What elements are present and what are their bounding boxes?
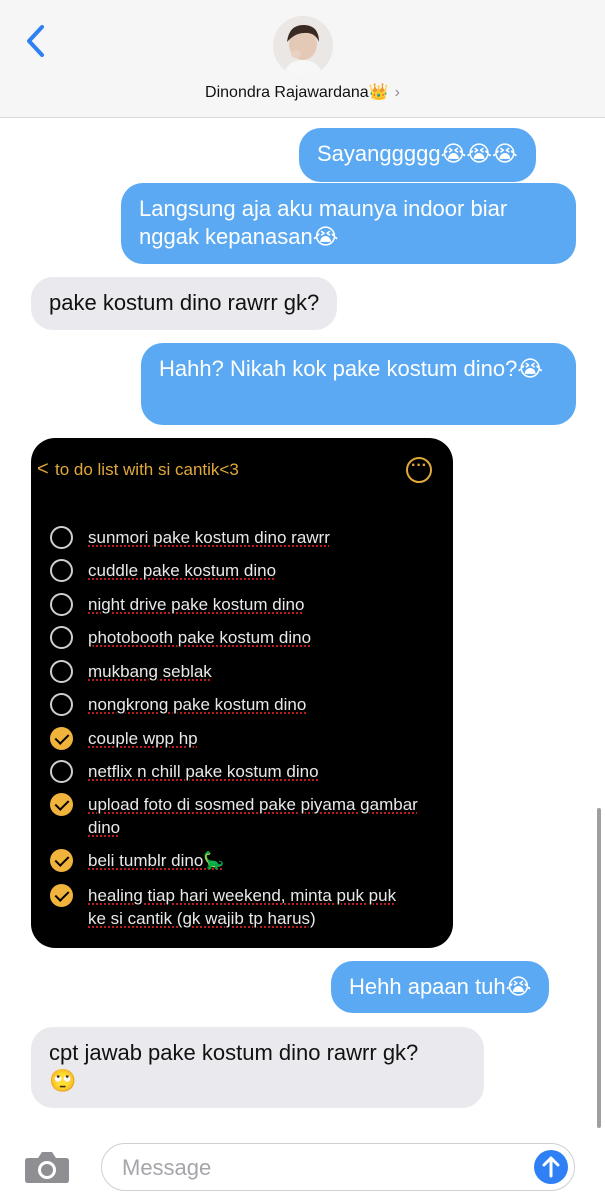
todo-item-text: couple wpp hp [88,729,198,748]
todo-item-text: upload foto di sosmed pake piyama gambar… [88,795,418,837]
todo-item-text: netflix n chill pake kostum dino [88,762,319,781]
crying-emoji: 😭 [505,975,532,1000]
message-text: Hehh apaan tuh [349,974,506,999]
back-chevron-icon[interactable] [22,24,50,58]
todo-item: netflix n chill pake kostum dino [50,760,418,783]
todo-item-text: photobooth pake kostum dino [88,628,312,647]
crown-emoji: 👑 [368,82,389,101]
todo-item-text: beli tumblr dino🦕 [88,851,225,870]
todo-item-text: night drive pake kostum dino [88,595,305,614]
send-button[interactable] [534,1150,568,1184]
message-text: cpt jawab pake kostum dino rawrr gk? [49,1040,419,1065]
empty-circle-icon [50,693,73,716]
message-bubble-incoming[interactable]: cpt jawab pake kostum dino rawrr gk? 🙄 [31,1027,484,1108]
todo-item: nongkrong pake kostum dino [50,693,418,716]
arrow-up-icon [542,1156,560,1178]
message-bubble-outgoing[interactable]: Langsung aja aku maunya indoor biar ngga… [121,183,576,264]
crying-emoji: 😭😭😭 [440,142,518,167]
conversation-header: Dinondra Rajawardana👑 › [0,0,605,118]
camera-icon[interactable] [24,1150,70,1184]
todo-item: mukbang seblak [50,660,418,683]
chevron-right-icon: › [394,84,400,101]
more-options-icon: ··· [406,457,432,483]
todo-item-text: nongkrong pake kostum dino [88,695,307,714]
todo-item: photobooth pake kostum dino [50,626,418,649]
message-bubble-outgoing[interactable]: Hahh? Nikah kok pake kostum dino?😭 [141,343,576,425]
todo-list-title: to do list with si cantik<3 [55,460,239,479]
empty-circle-icon [50,760,73,783]
message-text: Hahh? Nikah kok pake kostum dino? [159,356,518,381]
todo-item: cuddle pake kostum dino [50,559,418,582]
empty-circle-icon [50,660,73,683]
todo-item: couple wpp hp [50,727,418,750]
message-bubble-outgoing[interactable]: Hehh apaan tuh😭 [331,961,550,1013]
todo-item-text: mukbang seblak [88,662,212,681]
message-text: Sayanggggg [317,141,441,166]
checkmark-circle-icon [50,793,73,816]
crying-emoji: 😭 [312,225,339,250]
message-input[interactable]: Message [101,1143,575,1191]
scrollbar[interactable] [597,808,601,1128]
todo-item: healing tiap hari weekend, minta puk puk… [50,884,418,930]
contact-avatar[interactable] [273,16,333,76]
image-message[interactable]: < to do list with si cantik<3 ··· sunmor… [31,438,453,948]
todo-item: night drive pake kostum dino [50,593,418,616]
contact-name: Dinondra Rajawardana [205,84,369,101]
todo-item: beli tumblr dino🦕 [50,849,418,872]
empty-circle-icon [50,559,73,582]
checkmark-circle-icon [50,727,73,750]
empty-circle-icon [50,593,73,616]
message-placeholder: Message [122,1155,212,1180]
checkmark-circle-icon [50,849,73,872]
todo-item-text: cuddle pake kostum dino [88,561,277,580]
checkmark-circle-icon [50,884,73,907]
message-bubble-incoming[interactable]: pake kostum dino rawrr gk? [31,277,338,330]
empty-circle-icon [50,526,73,549]
todo-item: sunmori pake kostum dino rawrr [50,526,418,549]
todo-item: upload foto di sosmed pake piyama gambar… [50,793,418,839]
crying-emoji: 😭 [517,357,544,382]
empty-circle-icon [50,626,73,649]
list-back-chevron-icon: < [37,458,49,480]
todo-item-text: sunmori pake kostum dino rawrr [88,528,330,547]
contact-name-row[interactable]: Dinondra Rajawardana👑 › [0,82,605,102]
message-text: pake kostum dino rawrr gk? [49,290,320,315]
avatar-photo [273,16,333,76]
message-bubble-outgoing[interactable]: Sayanggggg😭😭😭 [299,128,536,182]
todo-item-text: healing tiap hari weekend, minta puk puk… [88,886,397,928]
eye-roll-emoji: 🙄 [49,1069,77,1094]
